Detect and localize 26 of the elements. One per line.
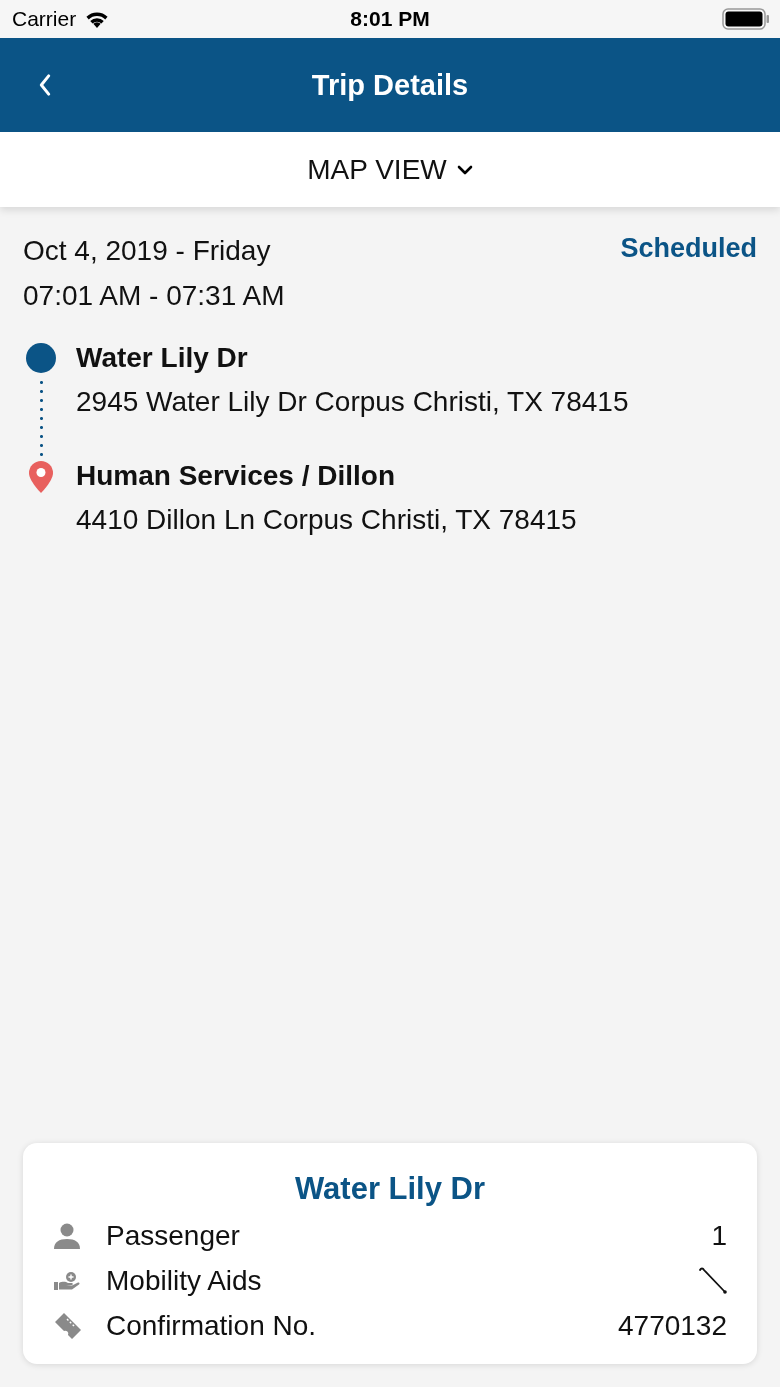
stop-address: 2945 Water Lily Dr Corpus Christi, TX 78415 xyxy=(76,386,629,418)
location-pin-icon xyxy=(28,460,54,494)
origin-dot-icon xyxy=(25,342,57,374)
person-icon xyxy=(53,1221,81,1250)
ticket-icon xyxy=(53,1310,83,1341)
time-window: 07:01 AM - 07:31 AM xyxy=(23,280,285,312)
cane-icon xyxy=(697,1266,727,1295)
battery-icon xyxy=(722,8,770,30)
screen-title: Trip Details xyxy=(311,68,469,102)
carrier-name: Carrier xyxy=(12,7,77,31)
trip-status: Scheduled xyxy=(620,233,757,264)
back-icon xyxy=(38,74,52,96)
stop-name: Human Services / Dillon xyxy=(76,460,396,492)
chevron-down-icon xyxy=(456,164,473,175)
detail-value: 4770132 xyxy=(618,1309,727,1342)
card-title: Water Lily Dr xyxy=(294,1171,486,1207)
detail-value: 1 xyxy=(711,1219,727,1252)
detail-label: Mobility Aids xyxy=(106,1264,263,1297)
hand-care-icon xyxy=(53,1270,81,1291)
detail-label: Confirmation No. xyxy=(106,1309,318,1342)
status-time: 8:01 PM xyxy=(350,7,430,31)
view-selector[interactable]: MAP VIEW xyxy=(0,132,780,207)
detail-label: Passenger xyxy=(106,1219,241,1252)
trip-date: Oct 4, 2019 - Friday xyxy=(23,235,272,267)
stop-address: 4410 Dillon Ln Corpus Christi, TX 78415 xyxy=(76,504,577,536)
stop-name: Water Lily Dr xyxy=(76,342,249,374)
